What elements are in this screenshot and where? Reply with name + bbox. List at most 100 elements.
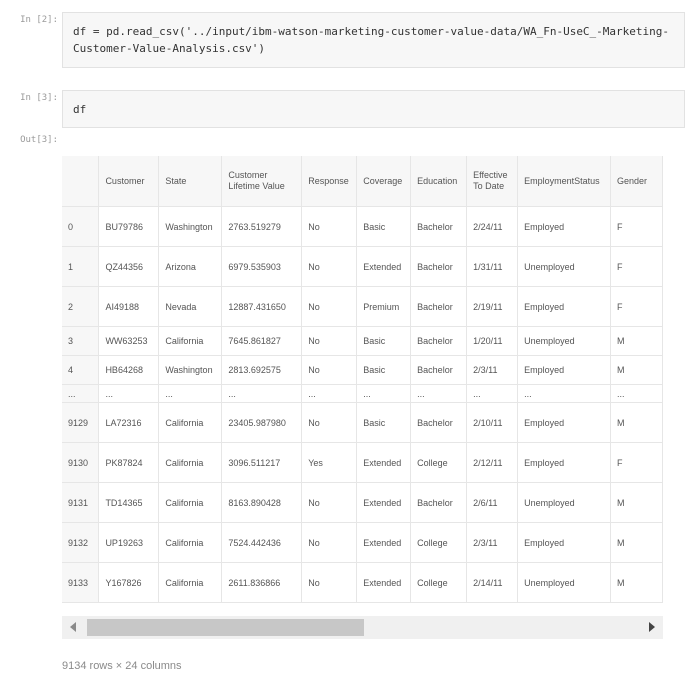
table-cell: ... — [517, 384, 612, 403]
table-cell: Employed — [517, 522, 612, 563]
table-cell: 2/24/11 — [466, 206, 519, 247]
table-cell: California — [158, 522, 223, 563]
table-cell: 7645.861827 — [221, 326, 303, 356]
code-cell-read-csv[interactable]: df = pd.read_csv('../input/ibm-watson-ma… — [62, 12, 685, 68]
table-row: 9129 LA72316 California 23405.987980 No Basic… — [62, 402, 663, 443]
table-cell: 23405.987980 — [221, 402, 303, 443]
table-cell: Unemployed — [517, 482, 612, 523]
table-cell: Employed — [517, 442, 612, 483]
table-cell: 2763.519279 — [221, 206, 303, 247]
table-index-cell: 0 — [62, 206, 100, 247]
table-row: 0 BU79786 Washington 2763.519279 No Basic Bach… — [62, 206, 663, 247]
table-cell: Bachelor — [410, 206, 468, 247]
table-header-cell: EmploymentStatus — [517, 156, 612, 207]
table-cell: BU79786 — [98, 206, 160, 247]
table-cell: Y167826 — [98, 562, 160, 603]
table-row: 9132 UP19263 California 7524.442436 No Extend… — [62, 522, 663, 563]
table-cell: No — [301, 482, 358, 523]
table-cell: ... — [98, 384, 160, 403]
table-cell: ... — [466, 384, 519, 403]
table-cell: Yes — [301, 442, 358, 483]
table-cell: 2611.836866 — [221, 562, 303, 603]
table-header-row: Customer State Customer Lifetime Value R… — [62, 156, 663, 207]
table-index-cell: 9133 — [62, 562, 100, 603]
table-cell: California — [158, 442, 223, 483]
code-text: df = pd.read_csv('../input/ibm-watson-ma… — [73, 25, 670, 55]
cell-prompt-in-2: In [2]: — [20, 15, 58, 25]
table-cell: ... — [610, 384, 663, 403]
table-cell: F — [610, 286, 663, 327]
table-cell: ... — [410, 384, 468, 403]
table-row: 3 WW63253 California 7645.861827 No Basic Bach… — [62, 326, 663, 356]
table-cell: 2/3/11 — [466, 355, 519, 385]
table-row: 4 HB64268 Washington 2813.692575 No Basic Bach… — [62, 355, 663, 385]
table-cell: QZ44356 — [98, 246, 160, 287]
scroll-left-arrow-icon[interactable] — [70, 622, 76, 632]
table-cell: 2/14/11 — [466, 562, 519, 603]
table-cell: No — [301, 402, 358, 443]
code-text: df — [73, 103, 87, 116]
table-cell: M — [610, 522, 663, 563]
output-prompt: Out[3]: — [20, 135, 58, 145]
table-cell: ... — [356, 384, 412, 403]
table-cell: 2/12/11 — [466, 442, 519, 483]
table-cell: Employed — [517, 355, 612, 385]
table-cell: UP19263 — [98, 522, 160, 563]
table-cell: TD14365 — [98, 482, 160, 523]
table-cell: No — [301, 326, 358, 356]
table-body: 0 BU79786 Washington 2763.519279 No Basic Bach… — [62, 206, 663, 603]
table-index-cell: 2 — [62, 286, 100, 327]
table-cell: 8163.890428 — [221, 482, 303, 523]
table-index-cell: 3 — [62, 326, 100, 356]
table-index-cell: ... — [62, 384, 100, 403]
table-cell: ... — [221, 384, 303, 403]
dataframe-shape-text: 9134 rows × 24 columns — [62, 660, 182, 672]
table-cell: Bachelor — [410, 326, 468, 356]
table-cell: California — [158, 482, 223, 523]
table-row: 9133 Y167826 California 2611.836866 No Extend… — [62, 562, 663, 603]
table-cell: Extended — [356, 562, 412, 603]
table-cell: 2/6/11 — [466, 482, 519, 523]
table-cell: College — [410, 562, 468, 603]
table-cell: Extended — [356, 442, 412, 483]
table-cell: Basic — [356, 326, 412, 356]
table-row-ellipsis: .............................. — [62, 384, 663, 403]
table-cell: F — [610, 206, 663, 247]
scrollbar-thumb[interactable] — [87, 619, 364, 636]
code-cell-df[interactable]: df — [62, 90, 685, 128]
table-cell: Nevada — [158, 286, 223, 327]
table-cell: 1/31/11 — [466, 246, 519, 287]
table-cell: No — [301, 206, 358, 247]
table-cell: Employed — [517, 206, 612, 247]
table-cell: Employed — [517, 402, 612, 443]
table-cell: Unemployed — [517, 246, 612, 287]
table-row: 1 QZ44356 Arizona 6979.535903 No Extended Bach… — [62, 246, 663, 287]
table-cell: Extended — [356, 246, 412, 287]
table-header-index — [62, 156, 100, 207]
table-cell: 2813.692575 — [221, 355, 303, 385]
table-cell: 2/10/11 — [466, 402, 519, 443]
table-cell: Premium — [356, 286, 412, 327]
table-cell: Bachelor — [410, 246, 468, 287]
table-cell: M — [610, 562, 663, 603]
table-cell: California — [158, 562, 223, 603]
table-cell: ... — [158, 384, 223, 403]
table-cell: Washington — [158, 355, 223, 385]
table-cell: Bachelor — [410, 482, 468, 523]
table-cell: M — [610, 482, 663, 523]
table-cell: 1/20/11 — [466, 326, 519, 356]
table-cell: Washington — [158, 206, 223, 247]
table-row: 9131 TD14365 California 8163.890428 No Extend… — [62, 482, 663, 523]
horizontal-scrollbar[interactable] — [62, 616, 663, 639]
table-index-cell: 9132 — [62, 522, 100, 563]
scroll-right-arrow-icon[interactable] — [649, 622, 655, 632]
table-cell: 12887.431650 — [221, 286, 303, 327]
table-index-cell: 1 — [62, 246, 100, 287]
table-cell: No — [301, 562, 358, 603]
table-cell: No — [301, 286, 358, 327]
table-cell: 6979.535903 — [221, 246, 303, 287]
table-cell: Bachelor — [410, 286, 468, 327]
dataframe-table: Customer State Customer Lifetime Value R… — [62, 156, 663, 603]
table-row: 9130 PK87824 California 3096.511217 Yes Exten… — [62, 442, 663, 483]
table-cell: Basic — [356, 355, 412, 385]
